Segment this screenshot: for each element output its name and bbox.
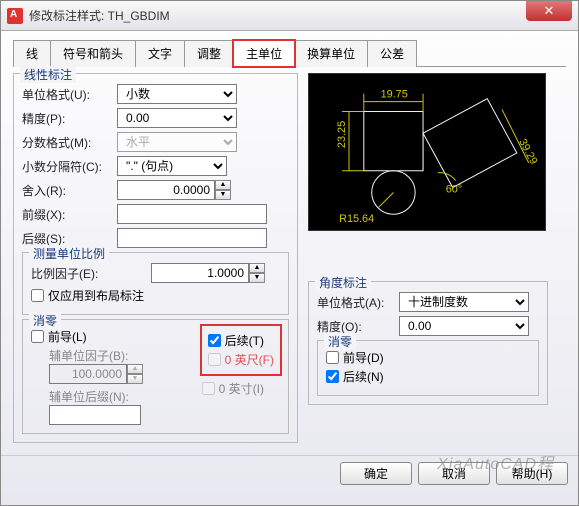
tab-text[interactable]: 文字 <box>135 40 185 67</box>
select-ang-precision[interactable]: 0.00 <box>399 316 529 336</box>
dim-top: 19.75 <box>381 89 408 101</box>
label-round: 舍入(R): <box>22 182 117 199</box>
checkbox-trailing[interactable] <box>208 334 221 347</box>
aux-down: ▼ <box>127 374 143 384</box>
help-button[interactable]: 帮助(H) <box>496 462 568 485</box>
input-suffix[interactable] <box>117 228 267 248</box>
select-unit-format[interactable]: 小数 <box>117 84 237 104</box>
highlight-trailing: 后续(T) 0 英尺(F) <box>202 326 280 374</box>
label-ang-precision: 精度(O): <box>317 318 399 335</box>
app-icon <box>7 8 23 24</box>
dialog-buttons: 确定 取消 帮助(H) <box>1 455 578 491</box>
checkbox-ang-leading[interactable] <box>326 351 339 364</box>
tab-alt-units[interactable]: 换算单位 <box>294 40 368 67</box>
scale-up[interactable]: ▲ <box>249 263 265 273</box>
label-aux-factor: 辅单位因子(B): <box>49 347 182 364</box>
input-round[interactable] <box>117 180 215 200</box>
round-down[interactable]: ▼ <box>215 190 231 200</box>
label-aux-suffix: 辅单位后缀(N): <box>49 388 182 405</box>
label-suffix: 后缀(S): <box>22 230 117 247</box>
legend-ang-zero: 消零 <box>324 333 356 350</box>
preview-pane: 19.75 23.25 39.29 60° R15.64 <box>308 73 546 231</box>
checkbox-zero-inch <box>202 382 215 395</box>
label-unit-format: 单位格式(U): <box>22 86 117 103</box>
window-title: 修改标注样式: TH_GBDIM <box>29 7 572 24</box>
select-precision[interactable]: 0.00 <box>117 108 237 128</box>
label-ang-leading: 前导(D) <box>343 349 384 366</box>
label-ang-trailing: 后续(N) <box>343 368 384 385</box>
input-aux-factor <box>49 364 127 384</box>
group-scale: 测量单位比例 比例因子(E): ▲▼ 仅应用到布局标注 <box>22 252 289 315</box>
group-angular: 角度标注 单位格式(A): 十进制度数 精度(O): 0.00 消零 前导(D) <box>308 281 548 405</box>
legend-linear: 线性标注 <box>20 66 76 83</box>
spinner-aux-factor: ▲▼ <box>49 364 182 384</box>
left-column: 线性标注 单位格式(U): 小数 精度(P): 0.00 分数格式(M): 水平 <box>13 73 298 447</box>
select-decimal-sep[interactable]: "." (句点) <box>117 156 227 176</box>
input-scale-factor[interactable] <box>151 263 249 283</box>
close-button[interactable]: ✕ <box>526 1 572 21</box>
group-linear: 线性标注 单位格式(U): 小数 精度(P): 0.00 分数格式(M): 水平 <box>13 73 298 443</box>
legend-scale: 测量单位比例 <box>29 245 109 262</box>
label-zero-feet: 0 英尺(F) <box>225 351 274 368</box>
checkbox-ang-trailing[interactable] <box>326 370 339 383</box>
label-leading: 前导(L) <box>48 328 87 345</box>
dialog-window: 修改标注样式: TH_GBDIM ✕ 线 符号和箭头 文字 调整 主单位 换算单… <box>0 0 579 506</box>
scale-down[interactable]: ▼ <box>249 273 265 283</box>
tab-symbols-arrows[interactable]: 符号和箭头 <box>50 40 136 67</box>
group-zero-suppress: 消零 前导(L) 辅单位因子(B): <box>22 319 289 434</box>
label-zero-inch: 0 英寸(I) <box>219 380 264 397</box>
dim-angle: 60° <box>446 183 462 195</box>
right-column: 19.75 23.25 39.29 60° R15.64 角度标注 <box>308 73 548 447</box>
legend-angular: 角度标注 <box>315 274 371 291</box>
label-precision: 精度(P): <box>22 110 117 127</box>
select-ang-unit-format[interactable]: 十进制度数 <box>399 292 529 312</box>
label-fraction-format: 分数格式(M): <box>22 134 117 151</box>
dialog-content: 线 符号和箭头 文字 调整 主单位 换算单位 公差 线性标注 单位格式(U): … <box>1 31 578 451</box>
tab-primary-units[interactable]: 主单位 <box>233 40 295 67</box>
tab-line[interactable]: 线 <box>13 40 51 67</box>
checkbox-leading[interactable] <box>31 330 44 343</box>
tab-strip: 线 符号和箭头 文字 调整 主单位 换算单位 公差 <box>13 39 566 67</box>
ok-button[interactable]: 确定 <box>340 462 412 485</box>
tab-tolerance[interactable]: 公差 <box>367 40 417 67</box>
label-scale-factor: 比例因子(E): <box>31 265 151 282</box>
group-ang-zero: 消零 前导(D) 后续(N) <box>317 340 539 396</box>
titlebar: 修改标注样式: TH_GBDIM ✕ <box>1 1 578 31</box>
checkbox-layout-only[interactable] <box>31 289 44 302</box>
legend-zero: 消零 <box>29 312 61 329</box>
main-area: 线性标注 单位格式(U): 小数 精度(P): 0.00 分数格式(M): 水平 <box>13 73 566 447</box>
input-aux-suffix <box>49 405 141 425</box>
spinner-round[interactable]: ▲▼ <box>117 180 231 200</box>
aux-up: ▲ <box>127 364 143 374</box>
dim-left: 23.25 <box>336 121 348 148</box>
label-layout-only: 仅应用到布局标注 <box>48 287 144 304</box>
round-up[interactable]: ▲ <box>215 180 231 190</box>
dim-radius: R15.64 <box>339 213 374 225</box>
tab-adjust[interactable]: 调整 <box>184 40 234 67</box>
checkbox-zero-feet <box>208 353 221 366</box>
label-prefix: 前缀(X): <box>22 206 117 223</box>
cancel-button[interactable]: 取消 <box>418 462 490 485</box>
select-fraction-format: 水平 <box>117 132 237 152</box>
label-trailing: 后续(T) <box>225 332 264 349</box>
input-prefix[interactable] <box>117 204 267 224</box>
label-decimal-sep: 小数分隔符(C): <box>22 158 117 175</box>
dim-right: 39.29 <box>516 137 539 167</box>
label-ang-unit-format: 单位格式(A): <box>317 294 399 311</box>
spinner-scale-factor[interactable]: ▲▼ <box>151 263 265 283</box>
